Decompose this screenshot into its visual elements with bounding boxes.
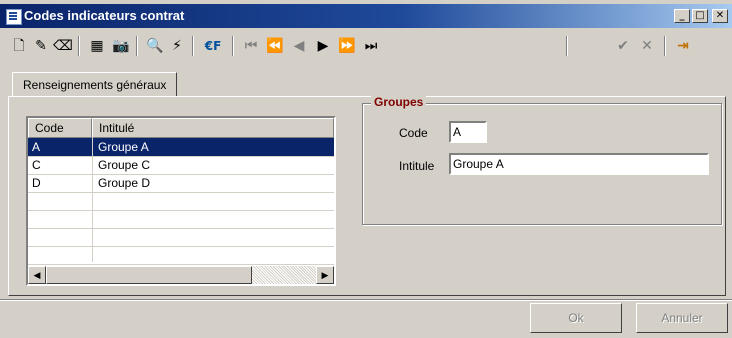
cell-intitule: Groupe D: [98, 176, 151, 190]
app-icon: [6, 9, 22, 25]
toolbar-separator: [136, 36, 138, 56]
binoculars-icon[interactable]: 🔍: [144, 35, 166, 57]
new-document-icon[interactable]: 🗋: [8, 35, 30, 57]
table-icon[interactable]: ▦: [86, 35, 108, 57]
table-row[interactable]: D Groupe D: [28, 174, 334, 193]
lightning-icon[interactable]: ⚡: [166, 35, 188, 57]
last-record-icon[interactable]: ⏭: [360, 35, 382, 57]
pencil-icon[interactable]: ✎: [30, 35, 52, 57]
next-record-icon[interactable]: ▶: [312, 35, 334, 57]
empty-row: [28, 192, 334, 211]
column-header-code[interactable]: Code: [28, 118, 92, 138]
validate-icon[interactable]: ✔: [612, 35, 634, 57]
close-button[interactable]: ✕: [712, 9, 728, 23]
intitule-field[interactable]: Groupe A: [449, 153, 709, 175]
rewind-icon[interactable]: ⏪: [264, 35, 286, 57]
scroll-track[interactable]: [252, 266, 316, 284]
table-row[interactable]: A Groupe A: [28, 138, 334, 157]
camera-icon[interactable]: 📷: [110, 35, 132, 57]
eraser-icon[interactable]: ⌫: [52, 35, 74, 57]
scroll-thumb[interactable]: [46, 266, 252, 284]
toolbar-separator: [192, 36, 194, 56]
toolbar-separator: [78, 36, 80, 56]
title-bar[interactable]: Codes indicateurs contrat _ □ ✕: [0, 4, 732, 28]
cell-code: A: [32, 140, 41, 154]
previous-record-icon[interactable]: ◀: [288, 35, 310, 57]
empty-row: [28, 210, 334, 229]
scroll-left-icon[interactable]: ◀: [28, 266, 46, 284]
cell-intitule: Groupe C: [98, 158, 151, 172]
ok-button[interactable]: Ok: [530, 303, 622, 333]
cell-code: D: [32, 176, 41, 190]
cell-intitule: Groupe A: [98, 140, 149, 154]
tab-renseignements-generaux[interactable]: Renseignements généraux: [12, 72, 178, 97]
column-header-intitule[interactable]: Intitulé: [92, 118, 334, 138]
table-row[interactable]: C Groupe C: [28, 156, 334, 175]
scroll-right-icon[interactable]: ▶: [316, 266, 334, 284]
toolbar-separator: [232, 36, 234, 56]
intitule-label: Intitule: [399, 159, 435, 173]
toolbar-separator: [664, 36, 666, 56]
empty-row: [28, 246, 334, 265]
toolbar: 🗋 ✎ ⌫ ▦ 📷 🔍 ⚡ €F ⏮ ⏪ ◀ ▶ ⏩ ⏭ ✔ ✕ ⇥: [6, 32, 726, 62]
fast-forward-icon[interactable]: ⏩: [336, 35, 358, 57]
first-record-icon[interactable]: ⏮: [240, 35, 262, 57]
column-divider: [92, 138, 93, 262]
horizontal-scrollbar[interactable]: ◀ ▶: [28, 266, 334, 284]
window: Codes indicateurs contrat _ □ ✕ 🗋 ✎ ⌫ ▦ …: [0, 0, 732, 338]
groups-grid[interactable]: Code Intitulé A Groupe A C Groupe C D Gr…: [26, 116, 336, 286]
toolbar-separator: [566, 36, 568, 56]
cancel-icon[interactable]: ✕: [636, 35, 658, 57]
code-label: Code: [399, 126, 428, 140]
empty-row: [28, 228, 334, 247]
maximize-button[interactable]: □: [692, 9, 708, 23]
code-field[interactable]: A: [449, 121, 487, 143]
cell-code: C: [32, 158, 41, 172]
annuler-button[interactable]: Annuler: [636, 303, 728, 333]
groupes-legend: Groupes: [371, 95, 427, 109]
minimize-button[interactable]: _: [674, 9, 690, 23]
bottom-separator: [0, 299, 732, 301]
euro-icon[interactable]: €F: [200, 35, 226, 57]
exit-door-icon[interactable]: ⇥: [672, 35, 694, 57]
groupes-groupbox: Groupes Code A Intitule Groupe A: [362, 95, 722, 225]
window-title: Codes indicateurs contrat: [24, 8, 185, 23]
